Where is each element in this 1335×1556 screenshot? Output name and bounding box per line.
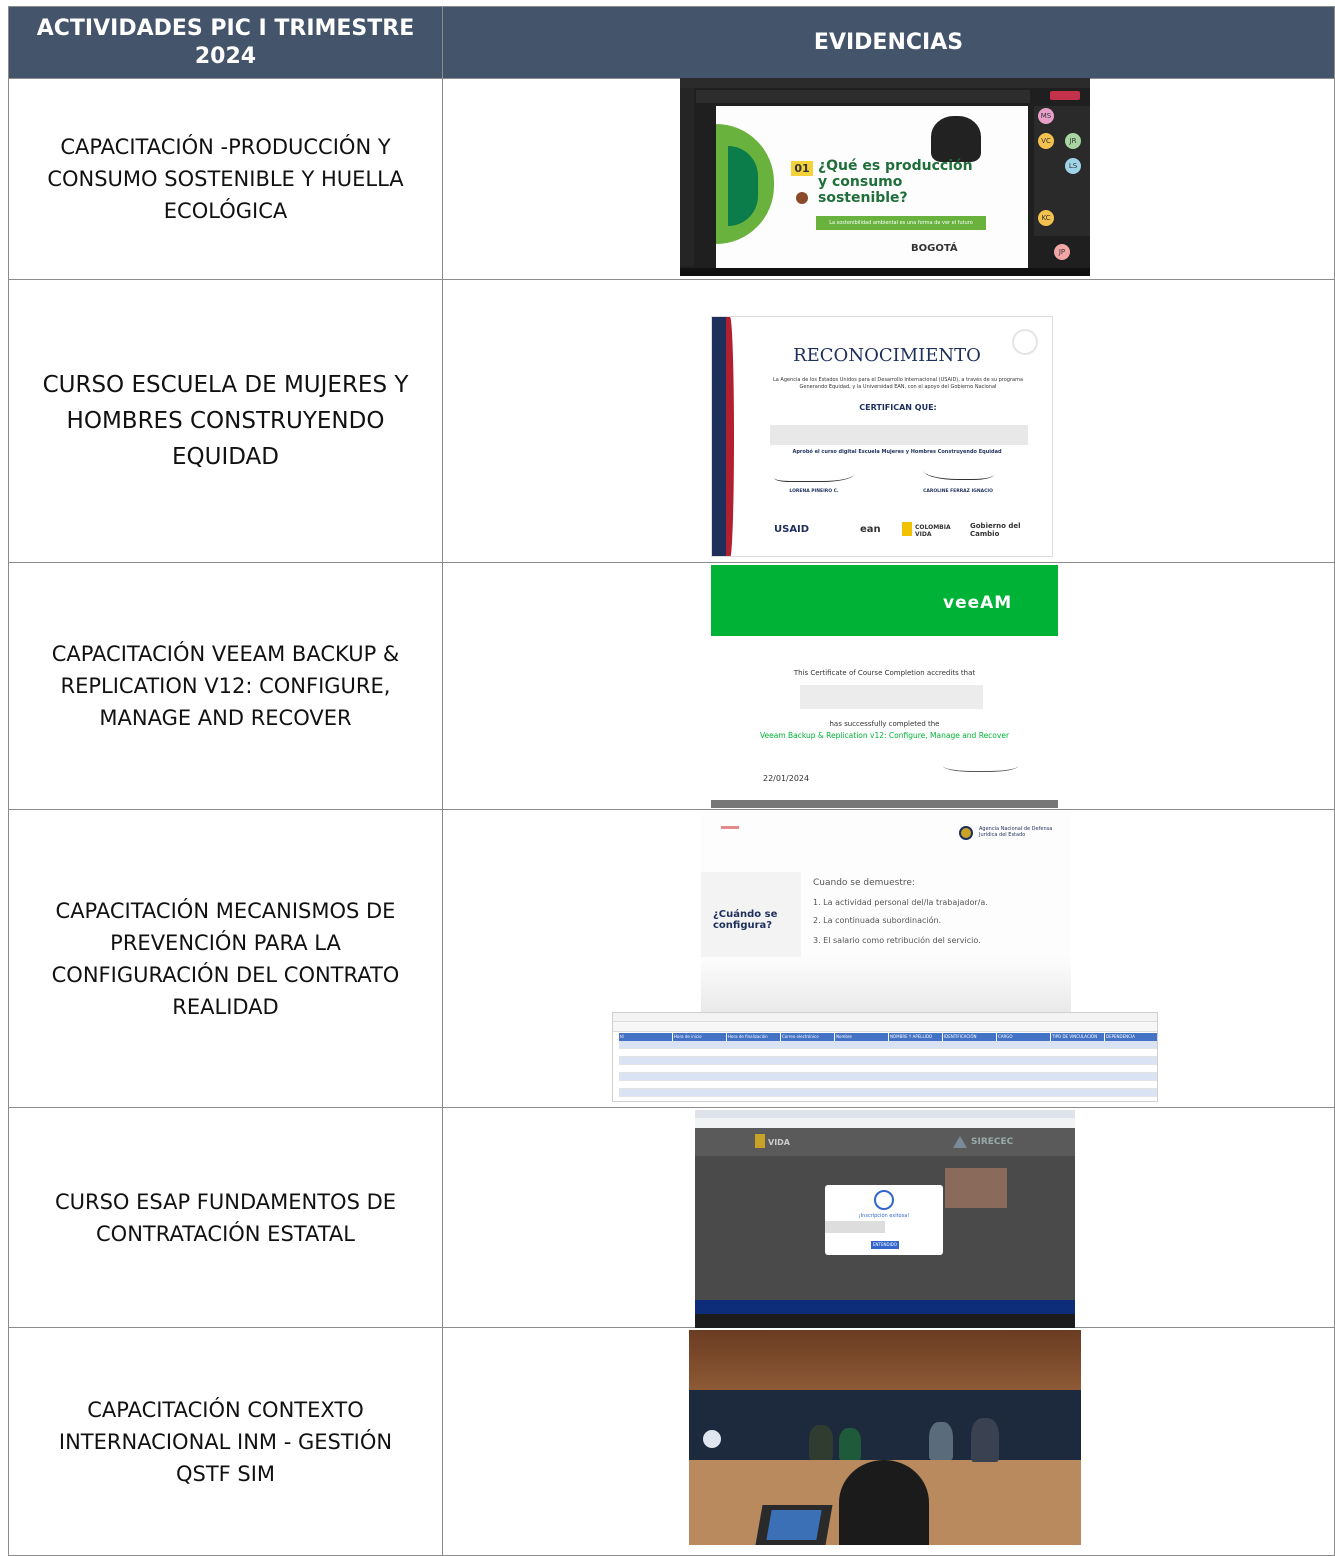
success-modal: ¡Inscripción exitosa! ENTENDIDO	[825, 1185, 943, 1255]
signature	[943, 757, 1018, 772]
veeam-logo: veeAM	[943, 593, 1013, 613]
sheet-row	[619, 1065, 1157, 1073]
teams-screenshot: 01 ¿Qué es producción y consumo sostenib…	[680, 78, 1090, 276]
certify-label: CERTIFICAN QUE:	[859, 403, 937, 412]
sheet-row	[619, 1041, 1157, 1049]
slide-title: ¿Qué es producción y consumo sostenible?	[818, 158, 973, 206]
activity-cell: CURSO ESAP FUNDAMENTOS DE CONTRATACIÓN E…	[8, 1107, 443, 1328]
header-evidence: EVIDENCIAS	[442, 6, 1335, 79]
redacted-name	[800, 685, 983, 709]
activity-cell: CAPACITACIÓN -PRODUCCIÓN Y CONSUMO SOSTE…	[8, 78, 443, 280]
completion-date: 22/01/2024	[763, 774, 810, 783]
taskbar	[695, 1314, 1075, 1328]
modal-button[interactable]: ENTENDIDO	[871, 1241, 899, 1249]
avatar: MS	[1038, 108, 1054, 124]
training-photo	[689, 1330, 1081, 1545]
sheet-rows	[619, 1041, 1157, 1097]
sheet-header-cell: Hora de finalización	[727, 1033, 781, 1041]
signer-2: CAROLINE FERRAZ IGNACIO	[923, 489, 993, 494]
activity-cell: CAPACITACIÓN VEEAM BACKUP & REPLICATION …	[8, 562, 443, 810]
header-activities: ACTIVIDADES PIC I TRIMESTRE 2024	[8, 6, 443, 79]
completed-line: has successfully completed the	[829, 720, 940, 728]
modal-title: ¡Inscripción exitosa!	[858, 1213, 910, 1219]
sirecec-screenshot: VIDA SIRECEC ¡Inscripción exitosa! ENTEN…	[695, 1110, 1075, 1328]
signer-1: LORENA PIÑEIRO C.	[789, 489, 839, 494]
slide-question: ¿Cuándo se configura?	[713, 909, 778, 931]
slide: 01 ¿Qué es producción y consumo sostenib…	[716, 106, 1028, 270]
sheet-header-cell: Nombre	[835, 1033, 889, 1041]
sheet-header-cell: Id	[619, 1033, 673, 1041]
redacted-name	[770, 425, 1028, 445]
sheet-row	[619, 1057, 1157, 1065]
sheet-header-cell: DEPENDENCIA	[1105, 1033, 1157, 1041]
sheet-header-cell: TIPO DE VINCULACIÓN	[1051, 1033, 1105, 1041]
signature-1	[774, 462, 854, 482]
slide-item: 1. La actividad personal del/la trabajad…	[813, 898, 988, 907]
certificate-veeam: veeAM This Certificate of Course Complet…	[711, 565, 1058, 808]
sheet-header-cell: NOMBRE Y APELLIDO	[889, 1033, 943, 1041]
activity-cell: CAPACITACIÓN CONTEXTO INTERNACIONAL INM …	[8, 1327, 443, 1556]
sirecec-logo: SIRECEC	[971, 1137, 1014, 1147]
sheet-row	[619, 1089, 1157, 1097]
bogota-logo: BOGOTÁ	[911, 243, 958, 254]
vida-logo: VIDA	[768, 1138, 790, 1147]
sheet-row	[619, 1081, 1157, 1089]
certificate-usaid: RECONOCIMIENTO La Agencia de los Estados…	[711, 316, 1053, 557]
avatar: JP	[1054, 244, 1070, 260]
avatar: KC	[1038, 210, 1054, 226]
sheet-row	[619, 1049, 1157, 1057]
avatar: JR	[1065, 133, 1081, 149]
activities-table: ACTIVIDADES PIC I TRIMESTRE 2024 EVIDENC…	[8, 6, 1335, 1556]
certificate-intro: La Agencia de los Estados Unidos para el…	[772, 377, 1024, 390]
agency-logo: Agencia Nacional de Defensa Jurídica del…	[979, 826, 1053, 838]
check-icon	[874, 1190, 894, 1210]
accredits-line: This Certificate of Course Completion ac…	[793, 669, 976, 677]
avatar: LS	[1065, 158, 1081, 174]
attendance-spreadsheet: Id Hora de inicio Hora de finalización Corr…	[612, 1012, 1158, 1102]
activity-cell: CURSO ESCUELA DE MUJERES Y HOMBRES CONST…	[8, 279, 443, 563]
contrato-realidad-slide: Agencia Nacional de Defensa Jurídica del…	[701, 812, 1071, 1012]
activity-cell: CAPACITACIÓN MECANISMOS DE PREVENCIÓN PA…	[8, 809, 443, 1108]
usaid-logo: USAID	[774, 524, 810, 535]
slide-number: 01	[791, 161, 813, 176]
slide-banner: La sostenibilidad ambiental es una forma…	[816, 216, 986, 230]
slide-item: 2. La continuada subordinación.	[813, 916, 942, 925]
sheet-header-cell: CARGO	[997, 1033, 1051, 1041]
sheet-header-cell: IDENTIFICACIÓN	[943, 1033, 997, 1041]
sheet-row	[619, 1073, 1157, 1081]
colombia-logo: COLOMBIA VIDA	[915, 524, 951, 538]
avatar: VC	[1038, 133, 1054, 149]
course-name: Veeam Backup & Replication v12: Configur…	[759, 731, 1010, 740]
sheet-header-cell: Correo electrónico	[781, 1033, 835, 1041]
signature-2	[924, 462, 994, 480]
ean-logo: ean	[860, 524, 881, 535]
slide-item: 3. El salario como retribución del servi…	[813, 936, 981, 945]
sheet-header-cell: Hora de inicio	[673, 1033, 727, 1041]
course-line: Aprobó el curso digital Escuela Mujeres …	[792, 449, 1002, 455]
sheet-header-row: Id Hora de inicio Hora de finalización Corr…	[619, 1033, 1157, 1041]
gobierno-logo: Gobierno del Cambio	[970, 522, 1021, 538]
taskbar	[680, 268, 1090, 276]
certificate-title: RECONOCIMIENTO	[793, 345, 981, 366]
slide-intro: Cuando se demuestre:	[813, 878, 915, 888]
